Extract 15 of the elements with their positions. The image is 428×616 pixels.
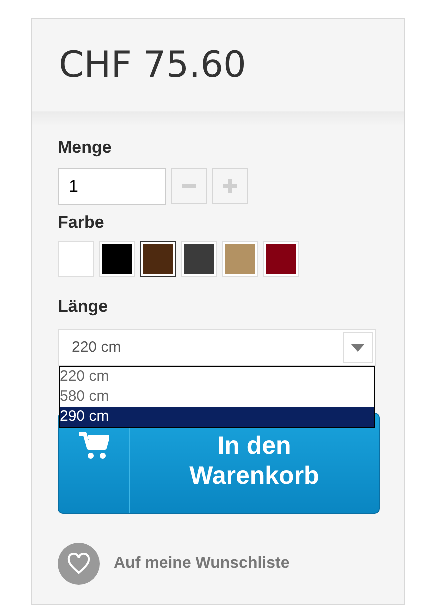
color-label: Farbe: [58, 213, 106, 234]
minus-icon: [182, 184, 196, 188]
dropdown-option[interactable]: 220 cm: [60, 367, 374, 387]
dropdown-option[interactable]: 580 cm: [60, 387, 374, 407]
plus-icon: [223, 179, 237, 193]
length-dropdown[interactable]: 220 cm: [58, 329, 376, 366]
price: CHF 75.60: [59, 44, 246, 86]
color-swatch[interactable]: [140, 241, 176, 277]
dropdown-option[interactable]: 290 cm: [60, 407, 374, 427]
quantity-field[interactable]: 1: [58, 168, 166, 205]
wishlist-link[interactable]: Auf meine Wunschliste: [114, 555, 290, 573]
quantity-label: Menge: [58, 138, 113, 159]
caret-icon: [351, 344, 365, 352]
cart-icon: [79, 432, 109, 460]
length-label: Länge: [58, 297, 110, 318]
